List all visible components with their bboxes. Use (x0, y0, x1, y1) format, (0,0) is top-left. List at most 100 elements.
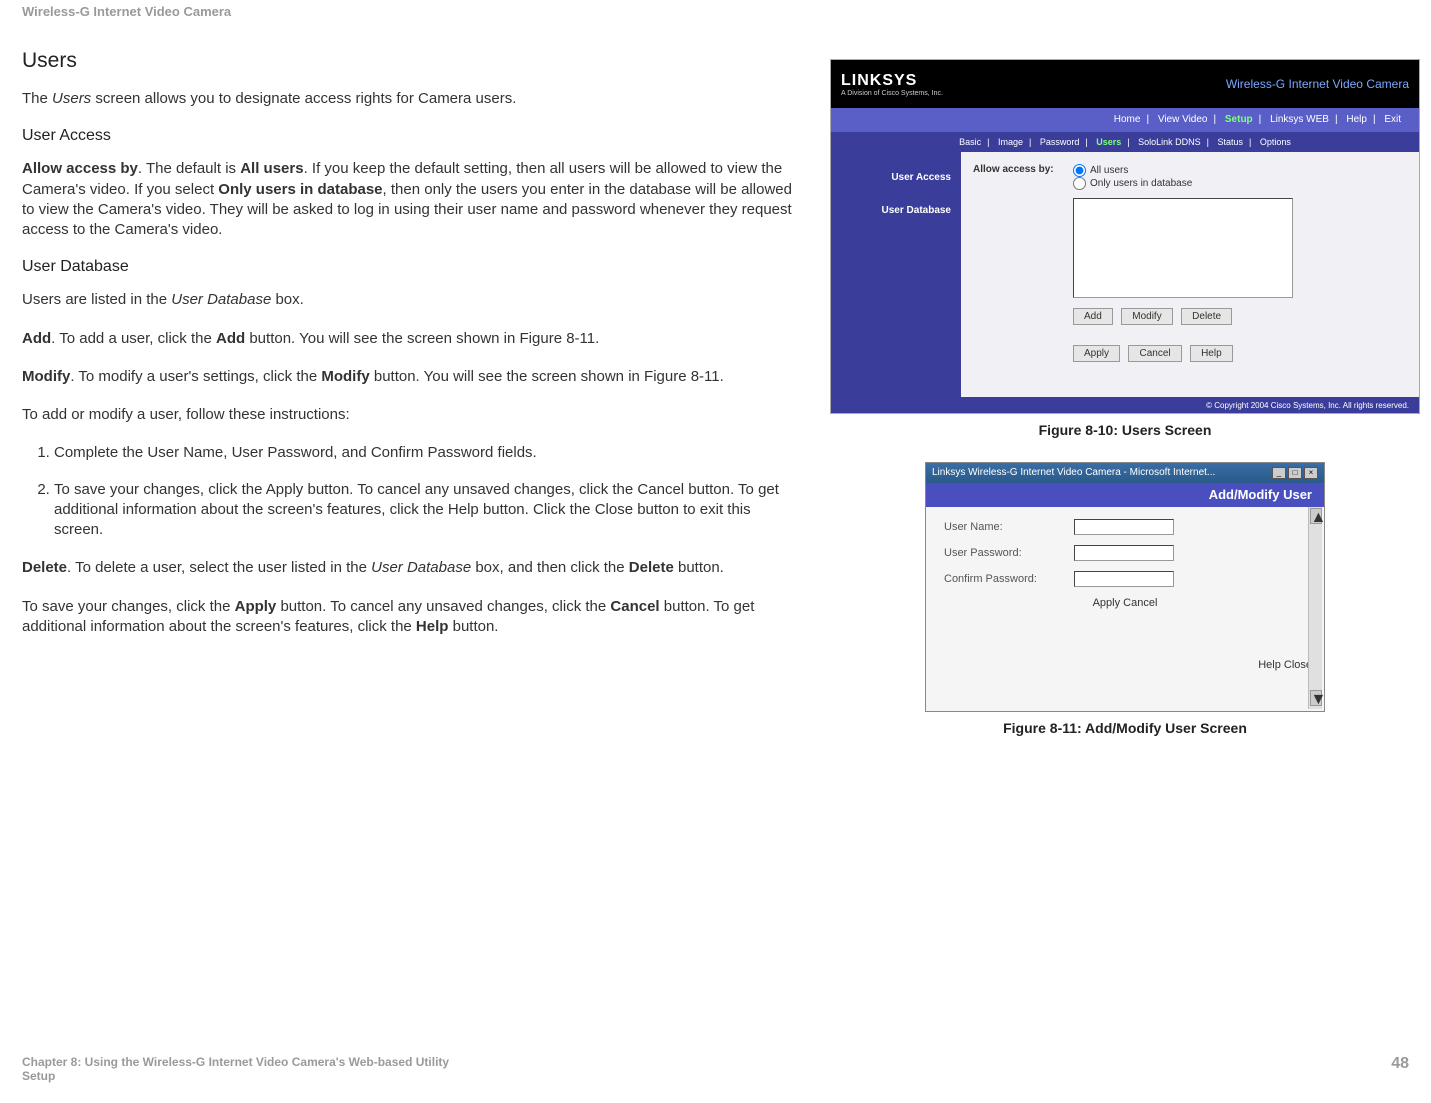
scroll-up-icon[interactable]: ▲ (1310, 508, 1322, 524)
t-bold: Delete (22, 559, 67, 576)
dialog-cancel-button[interactable]: Cancel (1123, 597, 1157, 609)
label-confirm-password: Confirm Password: (944, 573, 1074, 585)
input-user-name[interactable] (1074, 519, 1174, 535)
t: fields. (493, 444, 536, 461)
delete-button[interactable]: Delete (1181, 308, 1232, 325)
maximize-icon[interactable]: □ (1288, 467, 1302, 479)
input-confirm-password[interactable] (1074, 571, 1174, 587)
left-sidebar: User Access User Database (831, 152, 961, 397)
radio-only-users-input[interactable] (1073, 177, 1086, 190)
label-user-password: User Password: (944, 547, 1074, 559)
add-button[interactable]: Add (1073, 308, 1113, 325)
dialog-help-button[interactable]: Help (1258, 659, 1281, 671)
action-button-row: Apply Cancel Help (1073, 343, 1407, 362)
window-title-text: Linksys Wireless-G Internet Video Camera… (932, 463, 1215, 483)
sidebar-user-database[interactable]: User Database (831, 201, 961, 220)
user-database-paragraph: Users are listed in the User Database bo… (22, 290, 800, 310)
nav-help[interactable]: Help (1346, 114, 1367, 125)
subnav-ddns[interactable]: SoloLink DDNS (1138, 137, 1201, 147)
t-bold: Only users in database (218, 181, 382, 198)
modify-button[interactable]: Modify (1121, 308, 1172, 325)
t: button. (674, 559, 724, 576)
t-italic: User Database (171, 291, 271, 308)
radio-only-users[interactable]: Only users in database (1073, 177, 1192, 190)
nav-linksys-web[interactable]: Linksys WEB (1270, 114, 1329, 125)
label-user-name: User Name: (944, 521, 1074, 533)
t: Complete the (54, 444, 147, 461)
footer-left: Chapter 8: Using the Wireless-G Internet… (22, 1055, 449, 1083)
t: button. (448, 618, 498, 635)
scroll-down-icon[interactable]: ▼ (1310, 690, 1322, 706)
t: . To add a user, click the (51, 330, 216, 347)
t: button. You will see the screen shown in… (245, 330, 599, 347)
figure-8-10: LINKSYS A Division of Cisco Systems, Inc… (830, 59, 1420, 414)
dialog-apply-button[interactable]: Apply (1093, 597, 1121, 609)
subnav-status[interactable]: Status (1217, 137, 1243, 147)
db-button-row: Add Modify Delete (1073, 306, 1407, 325)
radio-only-users-label: Only users in database (1090, 178, 1192, 189)
main-text-column: Users The Users screen allows you to des… (0, 29, 800, 655)
radio-all-users-label: All users (1090, 165, 1128, 176)
vertical-scrollbar[interactable]: ▲ ▼ (1308, 507, 1322, 709)
nav-exit[interactable]: Exit (1384, 114, 1401, 125)
t: To save your changes, click the (22, 598, 235, 615)
t-bold: Modify (22, 368, 70, 385)
page-header: Wireless-G Internet Video Camera (0, 0, 1431, 29)
t: box, and then click the (471, 559, 629, 576)
step-1: Complete the User Name, User Password, a… (54, 443, 800, 463)
users-heading: Users (22, 49, 800, 73)
t-bold: Cancel (637, 481, 684, 498)
row-user-password: User Password: (944, 545, 1306, 561)
nav-view-video[interactable]: View Video (1158, 114, 1208, 125)
t: The (22, 90, 52, 107)
subnav-users[interactable]: Users (1096, 137, 1121, 147)
close-icon[interactable]: × (1304, 467, 1318, 479)
brand-bar: LINKSYS A Division of Cisco Systems, Inc… (831, 60, 1419, 108)
row-user-name: User Name: (944, 519, 1306, 535)
footer-chapter: Chapter 8: Using the Wireless-G Internet… (22, 1055, 449, 1069)
subnav-options[interactable]: Options (1260, 137, 1291, 147)
t: . To delete a user, select the user list… (67, 559, 371, 576)
t-bold: Help (448, 501, 479, 518)
subnav-image[interactable]: Image (998, 137, 1023, 147)
page-number: 48 (1391, 1055, 1409, 1073)
t: box. (271, 291, 304, 308)
figure-8-10-caption: Figure 8-10: Users Screen (830, 422, 1420, 438)
radio-all-users[interactable]: All users (1073, 164, 1192, 177)
subnav-basic[interactable]: Basic (959, 137, 981, 147)
minimize-icon[interactable]: _ (1272, 467, 1286, 479)
t-bold: All users (240, 160, 303, 177)
user-access-paragraph: Allow access by. The default is All user… (22, 159, 800, 240)
t-bold: Apply (235, 598, 277, 615)
t-bold: Delete (629, 559, 674, 576)
user-list-box[interactable] (1073, 198, 1293, 298)
t: To save your changes, click the (54, 481, 266, 498)
t-bold: Cancel (610, 598, 659, 615)
copyright-bar: © Copyright 2004 Cisco Systems, Inc. All… (831, 397, 1419, 414)
product-name: Wireless-G Internet Video Camera (1226, 77, 1409, 91)
t-italic: Users (52, 90, 91, 107)
t: screen allows you to designate access ri… (91, 90, 516, 107)
apply-button[interactable]: Apply (1073, 345, 1120, 362)
t: button. To cancel any unsaved changes, c… (276, 598, 610, 615)
sidebar-user-access[interactable]: User Access (831, 168, 961, 187)
window-controls: _ □ × (1272, 467, 1318, 479)
dialog-heading: Add/Modify User (926, 483, 1324, 507)
logo-text: LINKSYS (841, 72, 917, 89)
figure-8-11-caption: Figure 8-11: Add/Modify User Screen (830, 720, 1420, 736)
t: , and (333, 444, 371, 461)
input-user-password[interactable] (1074, 545, 1174, 561)
t: button. You will see the screen shown in… (370, 368, 724, 385)
t-bold: Close (595, 501, 633, 518)
radio-all-users-input[interactable] (1073, 164, 1086, 177)
help-button[interactable]: Help (1190, 345, 1233, 362)
page-footer: Chapter 8: Using the Wireless-G Internet… (22, 1055, 1409, 1083)
nav-home[interactable]: Home (1114, 114, 1141, 125)
delete-paragraph: Delete. To delete a user, select the use… (22, 558, 800, 578)
settings-panel: Allow access by: All users Only users in… (961, 152, 1419, 397)
subnav-password[interactable]: Password (1040, 137, 1080, 147)
footer-section: Setup (22, 1069, 449, 1083)
nav-setup[interactable]: Setup (1225, 114, 1253, 125)
t: . To modify a user's settings, click the (70, 368, 321, 385)
cancel-button[interactable]: Cancel (1128, 345, 1181, 362)
